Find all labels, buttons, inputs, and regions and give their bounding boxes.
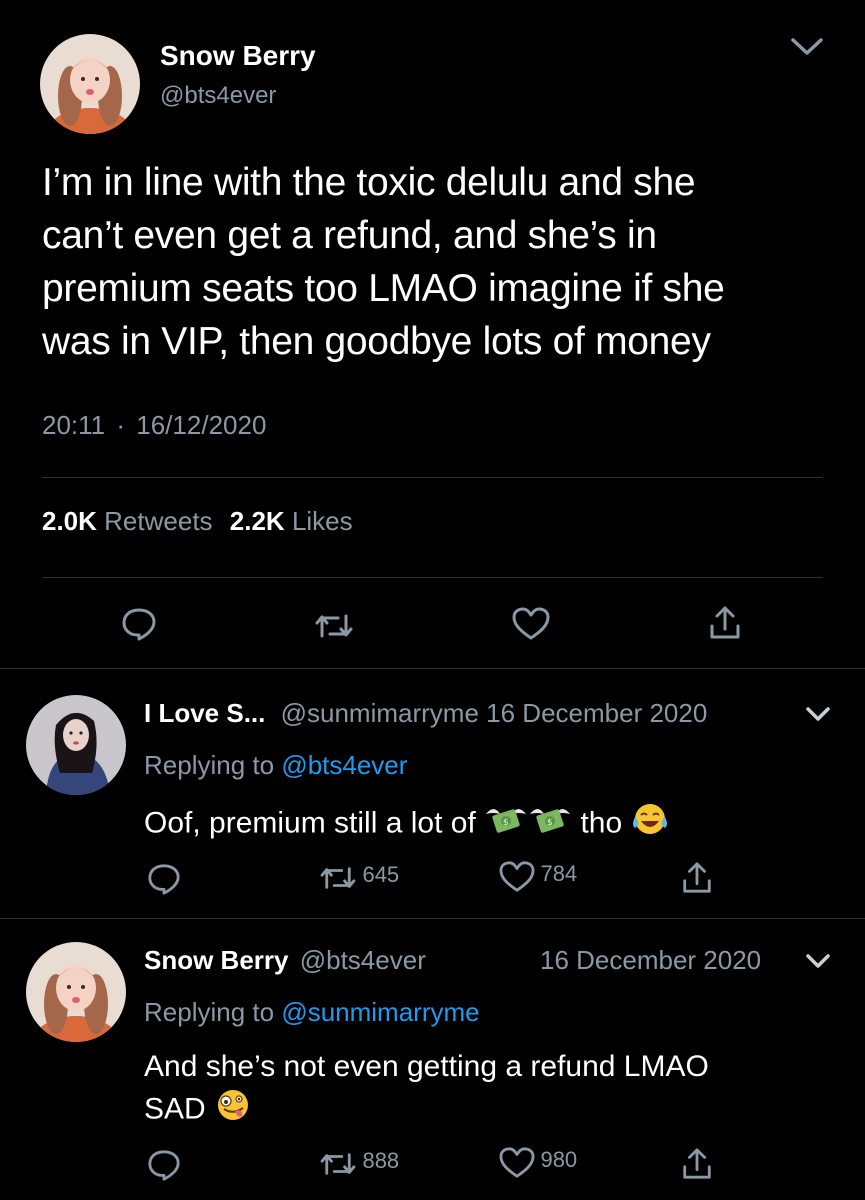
author-name[interactable]: Snow Berry: [160, 40, 316, 72]
author-name[interactable]: Snow Berry: [144, 945, 289, 975]
avatar[interactable]: [40, 34, 140, 134]
avatar[interactable]: [26, 942, 126, 1042]
chevron-down-icon[interactable]: [805, 705, 831, 723]
timestamp-separator: ·: [116, 410, 126, 440]
retweet-count: 645: [362, 862, 400, 887]
reply-date[interactable]: 16 December 2020: [540, 945, 761, 976]
tweet-text: I’m in line with the toxic delulu and sh…: [42, 156, 725, 368]
likes-label: Likes: [291, 506, 353, 536]
money-with-wings-icon: $: [528, 800, 572, 849]
replying-to: Replying to @bts4ever: [144, 750, 407, 781]
divider: [0, 918, 865, 919]
engagement-stats: 2.0K Retweets 2.2K Likes: [42, 506, 353, 537]
tweet-text-line: I’m in line with the toxic delulu and sh…: [42, 161, 696, 204]
retweet-icon: [318, 1149, 358, 1179]
retweet-button[interactable]: 888: [318, 1148, 399, 1179]
like-count: 980: [540, 1147, 578, 1173]
reply-header: I Love S... @sunmimarryme 16 December 20…: [144, 698, 707, 729]
reply-date[interactable]: 16 December 2020: [486, 698, 707, 728]
avatar[interactable]: [26, 695, 126, 795]
share-icon[interactable]: [680, 1146, 714, 1182]
author-handle[interactable]: @sunmimarryme: [281, 698, 479, 728]
tweet-text-line: premium seats too LMAO imagine if she: [42, 267, 725, 310]
replying-to-handle[interactable]: @bts4ever: [281, 750, 407, 780]
reply-icon[interactable]: [146, 1148, 182, 1182]
retweet-button[interactable]: 645: [318, 862, 399, 893]
tweet-timestamp[interactable]: 20:11 · 16/12/2020: [42, 410, 266, 441]
replying-to-handle[interactable]: @sunmimarryme: [281, 997, 479, 1027]
reply-icon[interactable]: [120, 606, 158, 642]
tweet-text-line: can’t even get a refund, and she’s in: [42, 214, 657, 257]
reply-text-word: SAD: [144, 1092, 206, 1126]
author-handle[interactable]: @bts4ever: [160, 82, 276, 110]
tears-of-joy-icon: [631, 801, 669, 848]
reply-text: And she’s not even getting a refund LMAO…: [144, 1047, 709, 1134]
like-button[interactable]: 980: [498, 1146, 577, 1180]
svg-text:$: $: [547, 818, 553, 828]
retweet-count: 888: [362, 1148, 400, 1173]
tweet-time: 20:11: [42, 410, 106, 440]
replying-prefix: Replying to: [144, 750, 275, 780]
likes-count: 2.2K: [229, 506, 285, 536]
chevron-down-icon[interactable]: [790, 36, 824, 58]
reply-text-line: SAD: [144, 1087, 709, 1134]
tweet-date: 16/12/2020: [136, 410, 267, 440]
retweets-label: Retweets: [104, 506, 213, 536]
likes-stat[interactable]: 2.2K Likes: [230, 506, 353, 536]
replying-prefix: Replying to: [144, 997, 275, 1027]
money-with-wings-icon: $: [484, 800, 528, 849]
retweet-icon[interactable]: [313, 610, 355, 642]
divider: [0, 668, 865, 669]
retweet-icon: [318, 863, 358, 893]
chevron-down-icon[interactable]: [805, 952, 831, 970]
share-icon[interactable]: [707, 604, 743, 642]
like-icon: [498, 860, 536, 894]
reply-icon[interactable]: [146, 862, 182, 896]
divider: [42, 577, 823, 578]
zany-face-icon: [214, 1087, 252, 1134]
share-icon[interactable]: [680, 860, 714, 896]
reply-text: Oof, premium still a lot of $ $ tho: [144, 800, 669, 849]
replying-to: Replying to @sunmimarryme: [144, 997, 480, 1028]
tweet-text-line: was in VIP, then goodbye lots of money: [42, 320, 711, 363]
reply-text-line: And she’s not even getting a refund LMAO: [144, 1050, 709, 1083]
reply-header: Snow Berry @bts4ever: [144, 945, 426, 976]
svg-text:$: $: [503, 818, 509, 828]
author-handle[interactable]: @bts4ever: [300, 945, 426, 975]
author-name[interactable]: I Love S...: [144, 698, 265, 728]
like-icon: [498, 1146, 536, 1180]
like-icon[interactable]: [511, 606, 551, 642]
like-button[interactable]: 784: [498, 860, 577, 894]
like-count: 784: [540, 861, 578, 887]
retweets-count: 2.0K: [42, 506, 97, 536]
divider: [42, 477, 823, 478]
reply-text-before: Oof, premium still a lot of: [144, 806, 476, 840]
retweets-stat[interactable]: 2.0K Retweets: [42, 506, 220, 536]
reply-text-after: tho: [580, 806, 623, 840]
